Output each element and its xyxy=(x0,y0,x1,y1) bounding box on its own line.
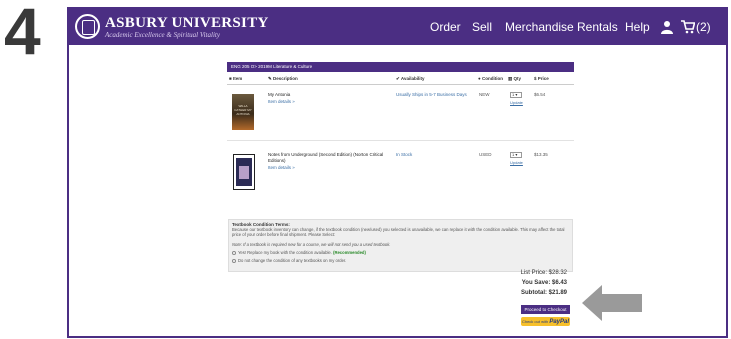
update-link[interactable]: Update xyxy=(510,100,523,105)
item-title[interactable]: My Antonia xyxy=(268,92,390,98)
update-link[interactable]: Update xyxy=(510,160,523,165)
paypal-checkout-button[interactable]: Check out with PayPal xyxy=(521,317,570,326)
brand-tagline: Academic Excellence & Spiritual Vitality xyxy=(105,31,220,39)
item-price: $13.35 xyxy=(534,152,548,157)
keep-condition-label[interactable]: Do not change the condition of any textb… xyxy=(238,258,346,263)
row-divider xyxy=(227,140,574,141)
quantity-select[interactable]: 1 ▾ xyxy=(510,92,522,98)
proceed-to-checkout-button[interactable]: Proceed to Checkout xyxy=(521,305,570,314)
item-title[interactable]: Notes from Underground (Second Edition) … xyxy=(268,152,390,163)
nav-order[interactable]: Order xyxy=(430,20,461,34)
item-availability: Usually Ships in 5-7 Business Days xyxy=(396,92,467,97)
replace-condition-radio[interactable] xyxy=(232,251,236,255)
terms-note: Note: If a textbook is required new for … xyxy=(232,242,391,247)
pointer-arrow-icon xyxy=(578,279,646,327)
step-number: 4 xyxy=(4,0,41,68)
book-cover-notes-from-underground[interactable] xyxy=(233,154,255,190)
brand-name[interactable]: ASBURY UNIVERSITY xyxy=(105,15,269,32)
item-price: $6.54 xyxy=(534,92,546,97)
list-price: List Price: $28.32 xyxy=(520,270,567,276)
cart-content: ENG 205 O> 2019M Literature & Culture ■ … xyxy=(227,62,574,286)
replace-condition-label[interactable]: Yes! Replace my book with the condition … xyxy=(238,250,366,255)
col-head-price: $ Price xyxy=(534,76,549,81)
keep-condition-radio[interactable] xyxy=(232,259,236,263)
col-head-condition: ● Condition xyxy=(478,76,503,81)
book-cover-my-antonia[interactable]: WILLA CATHER MY ANTONIA xyxy=(232,94,254,130)
you-save: You Save: $6.43 xyxy=(521,280,567,286)
nav-help[interactable]: Help xyxy=(625,20,650,34)
nav-merchandise[interactable]: Merchandise xyxy=(505,20,574,34)
col-head-item: ■ Item xyxy=(229,76,243,81)
header-divider xyxy=(227,84,574,85)
quantity-select[interactable]: 1 ▾ xyxy=(510,152,522,158)
col-head-availability: ✔ Availability xyxy=(396,76,425,81)
cart-count[interactable]: (2) xyxy=(696,20,711,34)
course-bar: ENG 205 O> 2019M Literature & Culture xyxy=(227,62,574,72)
terms-text: Because our textbook inventory can chang… xyxy=(232,227,565,237)
subtotal: Subtotal: $21.89 xyxy=(520,290,567,296)
user-icon[interactable] xyxy=(660,20,674,34)
item-condition: NEW xyxy=(479,92,490,97)
col-head-description: ✎ Description xyxy=(268,76,298,81)
item-condition: USED xyxy=(479,152,492,157)
shopping-cart-icon[interactable] xyxy=(681,20,695,34)
nav-rentals[interactable]: Rentals xyxy=(577,20,618,34)
item-availability: In Stock xyxy=(396,152,413,157)
site-header: ASBURY UNIVERSITY Academic Excellence & … xyxy=(69,9,726,45)
col-head-qty: ▥ Qty xyxy=(508,76,522,81)
item-details-link[interactable]: Item details » xyxy=(268,99,295,104)
university-seal-icon[interactable] xyxy=(75,14,100,39)
condition-terms-box: Textbook Condition Terms: Because our te… xyxy=(228,219,573,272)
item-details-link[interactable]: Item details » xyxy=(268,165,295,170)
nav-sell[interactable]: Sell xyxy=(472,20,492,34)
